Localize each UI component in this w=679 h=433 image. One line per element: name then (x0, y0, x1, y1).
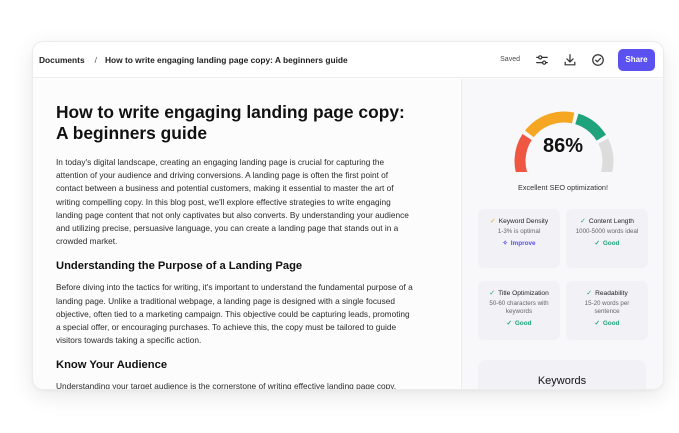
card-title: Content Length (588, 217, 634, 225)
card-status: Good (602, 239, 620, 247)
card-description: 1-3% is optimal (497, 228, 541, 235)
breadcrumb-separator: / (94, 54, 97, 65)
sliders-icon[interactable] (533, 51, 551, 69)
card-title: Readability (595, 289, 628, 297)
download-icon[interactable] (561, 51, 579, 69)
breadcrumb-documents[interactable]: Documents (39, 55, 85, 65)
app-window: Documents / How to write engaging landin… (33, 42, 663, 389)
check-icon: ✓ (594, 240, 600, 247)
check-icon: ✓ (586, 290, 593, 297)
check-circle-icon[interactable] (589, 51, 607, 69)
card-description: 50-60 characters with keywords (489, 300, 549, 315)
seo-card-readability[interactable]: ✓ Readability 15-20 words per sentence ✓… (566, 281, 648, 340)
keywords-panel[interactable]: Keywords (478, 360, 646, 389)
seo-score: 86% (542, 135, 584, 157)
card-title: Keyword Density (498, 217, 549, 225)
sparkle-icon: ✧ (502, 240, 508, 247)
card-status: Good (602, 319, 620, 327)
section-paragraph[interactable]: Before diving into the tactics for writi… (56, 281, 414, 347)
document-editor[interactable]: How to write engaging landing page copy:… (33, 79, 460, 389)
check-icon: ✓ (594, 320, 600, 327)
saved-status: Saved (500, 56, 520, 63)
card-status: Improve (510, 239, 536, 247)
document-title[interactable]: How to write engaging landing page copy:… (56, 102, 411, 144)
card-description: 15-20 words per sentence (584, 300, 630, 315)
section-paragraph[interactable]: Understanding your target audience is th… (56, 380, 414, 389)
keywords-title: Keywords (537, 375, 587, 387)
gauge-segment-orange (524, 111, 575, 138)
share-button[interactable]: Share (618, 48, 655, 71)
seo-card-keyword-density[interactable]: ✓ Keyword Density 1-3% is optimal ✧ Impr… (478, 209, 560, 268)
seo-score-label: Excellent SEO optimization! (517, 183, 609, 192)
check-icon: ✓ (489, 218, 496, 225)
seo-card-title-optimization[interactable]: ✓ Title Optimization 50-60 characters wi… (478, 281, 560, 340)
seo-card-content-length[interactable]: ✓ Content Length 1000-5000 words ideal ✓… (566, 209, 648, 268)
section-heading[interactable]: Understanding the Purpose of a Landing P… (56, 259, 460, 273)
check-icon: ✓ (580, 218, 586, 225)
check-icon: ✓ (506, 320, 512, 327)
check-icon: ✓ (489, 290, 496, 297)
section-heading[interactable]: Know Your Audience (56, 358, 460, 372)
intro-paragraph[interactable]: In today's digital landscape, creating a… (56, 156, 414, 248)
breadcrumb-current-page: How to write engaging landing page copy:… (104, 54, 348, 65)
card-status: Good (514, 319, 532, 327)
top-bar: Documents / How to write engaging landin… (33, 42, 663, 78)
seo-sidebar: 86% Excellent SEO optimization! ✓ Keywor… (461, 79, 663, 389)
card-title: Title Optimization (498, 289, 549, 297)
card-description: 1000-5000 words ideal (575, 228, 639, 235)
